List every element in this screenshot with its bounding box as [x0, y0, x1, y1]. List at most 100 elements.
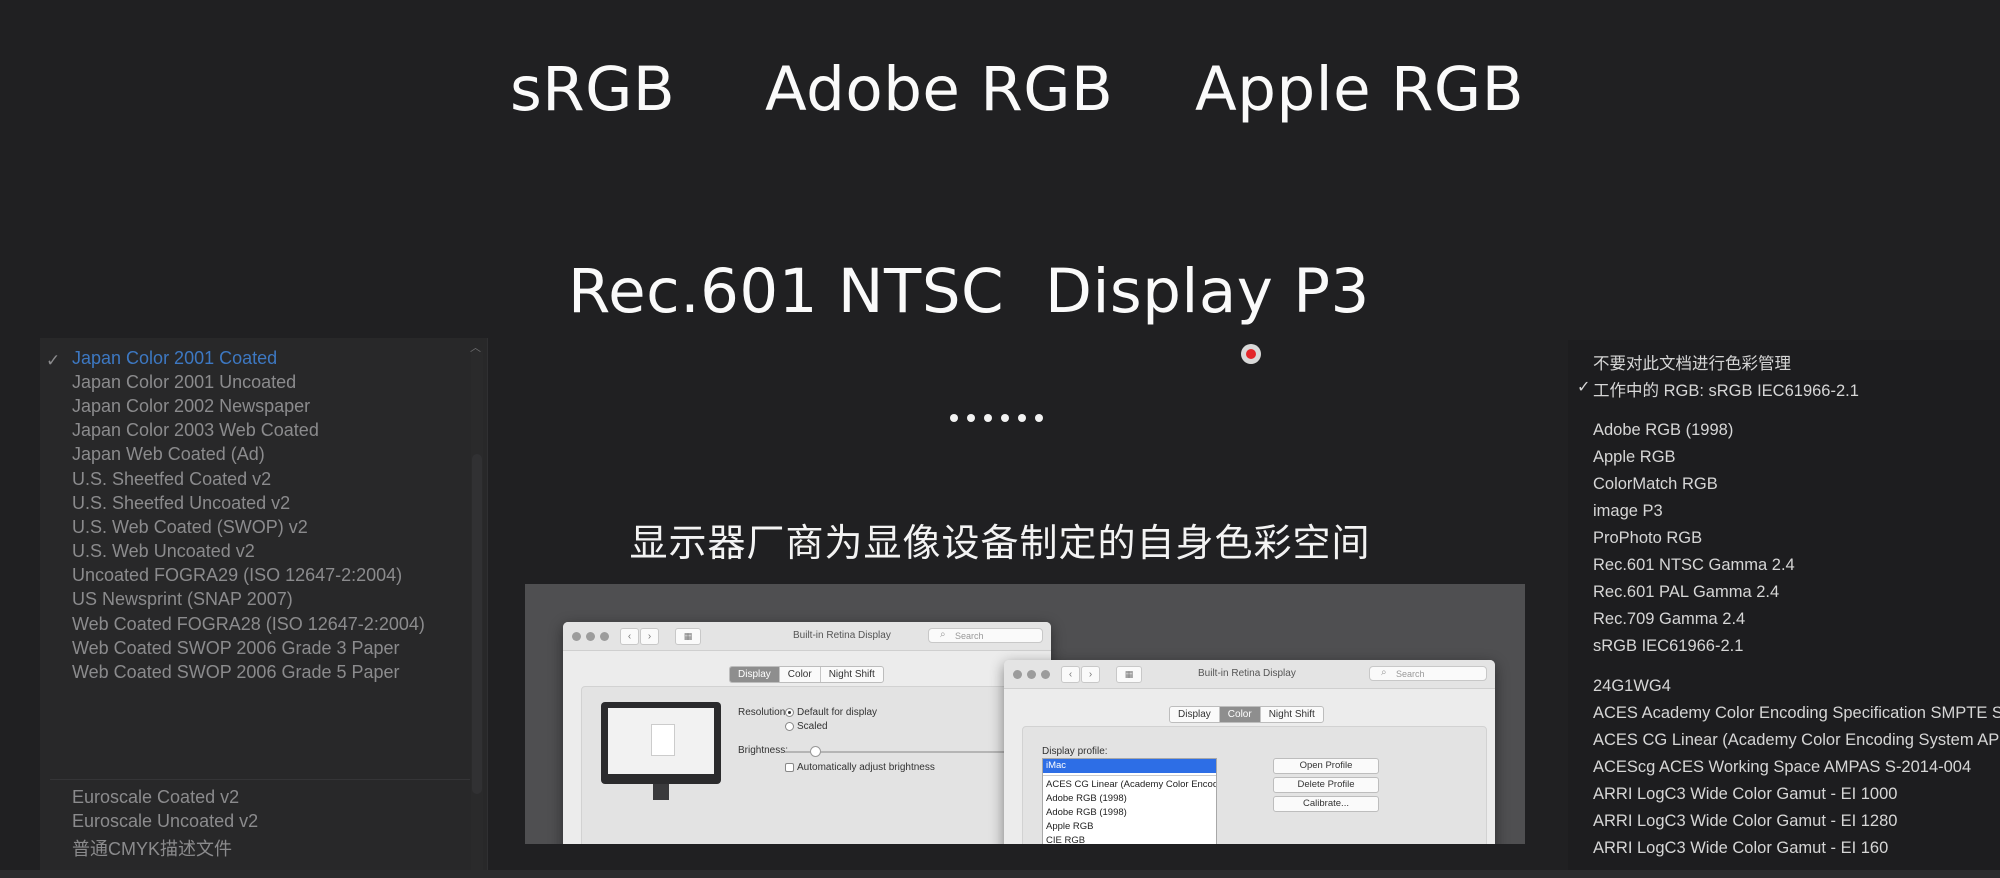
tab-color[interactable]: Color	[780, 667, 821, 682]
list-item[interactable]: 普通CMYK描述文件	[72, 835, 232, 861]
tab-display[interactable]: Display	[1170, 707, 1220, 722]
list-item[interactable]: Euroscale Uncoated v2	[72, 811, 258, 832]
list-item[interactable]: Japan Color 2001 Uncoated	[72, 372, 296, 393]
list-item[interactable]: ColorMatch RGB	[1593, 475, 1718, 494]
headline-adobe-rgb: Adobe RGB	[765, 54, 1114, 125]
imac-icon	[601, 702, 721, 800]
list-item-no-color-management[interactable]: 不要对此文档进行色彩管理	[1593, 350, 1791, 374]
list-item[interactable]: ARRI LogC3 Wide Color Gamut - EI 1280	[1593, 812, 1897, 831]
profile-item[interactable]: Apple RGB	[1043, 820, 1216, 834]
list-item[interactable]: ACES Academy Color Encoding Specificatio…	[1593, 704, 2000, 723]
headline-srgb: sRGB	[510, 54, 676, 125]
display-profile-list[interactable]: iMac ACES CG Linear (Academy Color Encod…	[1042, 758, 1217, 844]
scrollbar-thumb[interactable]	[472, 454, 482, 794]
checkmark-icon: ✓	[46, 351, 61, 370]
tab-display[interactable]: Display	[730, 667, 780, 682]
list-item[interactable]: ACES CG Linear (Academy Color Encoding S…	[1593, 731, 2000, 750]
tab-night-shift[interactable]: Night Shift	[1261, 707, 1323, 722]
show-all-button[interactable]: ▦	[675, 628, 701, 645]
search-input[interactable]: Search	[1369, 666, 1487, 681]
list-item[interactable]: Rec.601 PAL Gamma 2.4	[1593, 583, 1779, 602]
profile-item[interactable]: Adobe RGB (1998)	[1043, 806, 1216, 820]
headline-rec601-ntsc: Rec.601 NTSC	[568, 256, 1005, 327]
list-item[interactable]: image P3	[1593, 502, 1663, 521]
back-button[interactable]: ‹	[1061, 666, 1080, 683]
display-profile-label: Display profile:	[1042, 746, 1108, 757]
window1-tabs: Display Color Night Shift	[729, 666, 884, 683]
headline-apple-rgb: Apple RGB	[1195, 54, 1525, 125]
list-item[interactable]: U.S. Web Coated (SWOP) v2	[72, 517, 308, 538]
auto-brightness-label: Automatically adjust brightness	[797, 762, 935, 773]
close-icon[interactable]	[572, 632, 581, 641]
list-item[interactable]: Adobe RGB (1998)	[1593, 421, 1733, 440]
list-item[interactable]: U.S. Web Uncoated v2	[72, 541, 255, 562]
profile-item[interactable]: ACES CG Linear (Academy Color Encoding S…	[1043, 778, 1216, 792]
open-profile-button[interactable]: Open Profile	[1273, 758, 1379, 774]
resolution-label: Resolution:	[738, 707, 789, 718]
cmyk-profile-list: ︿ ✓ Japan Color 2001 Coated Japan Color …	[40, 338, 488, 878]
forward-button[interactable]: ›	[640, 628, 659, 645]
list-item[interactable]: Japan Web Coated (Ad)	[72, 444, 265, 465]
list-item[interactable]: ARRI LogC3 Wide Color Gamut - EI 1000	[1593, 785, 1897, 804]
list-item[interactable]: U.S. Sheetfed Coated v2	[72, 469, 271, 490]
list-item-selected[interactable]: Japan Color 2001 Coated	[72, 348, 277, 369]
scroll-up-icon[interactable]: ︿	[470, 339, 481, 355]
list-item[interactable]: 24G1WG4	[1593, 677, 1671, 696]
rgb-profile-list: 不要对此文档进行色彩管理 ✓ 工作中的 RGB: sRGB IEC61966-2…	[1568, 340, 2000, 878]
minimize-icon[interactable]	[1027, 670, 1036, 679]
resolution-default-label: Default for display	[797, 707, 878, 718]
list-item[interactable]: ARRI LogC3 Wide Color Gamut - EI 160	[1593, 839, 1888, 858]
list-item[interactable]: Web Coated SWOP 2006 Grade 3 Paper	[72, 638, 400, 659]
list-item[interactable]: Rec.709 Gamma 2.4	[1593, 610, 1745, 629]
delete-profile-button[interactable]: Delete Profile	[1273, 777, 1379, 793]
bottom-strip	[0, 870, 2000, 878]
checkmark-icon: ✓	[1577, 379, 1591, 396]
show-all-button[interactable]: ▦	[1116, 666, 1142, 683]
record-dot-icon	[1241, 344, 1261, 364]
window-title: Built-in Retina Display	[1198, 668, 1296, 679]
brightness-slider-knob[interactable]	[809, 746, 821, 757]
radio-default[interactable]	[785, 708, 794, 717]
profile-item[interactable]: CIE RGB	[1043, 834, 1216, 844]
list-item-working-rgb[interactable]: 工作中的 RGB: sRGB IEC61966-2.1	[1593, 377, 1859, 401]
list-item[interactable]: Web Coated SWOP 2006 Grade 5 Paper	[72, 662, 400, 683]
brightness-slider[interactable]	[785, 751, 1035, 753]
window2-tabs: Display Color Night Shift	[1169, 706, 1324, 723]
tab-night-shift[interactable]: Night Shift	[821, 667, 883, 682]
list-item[interactable]: US Newsprint (SNAP 2007)	[72, 589, 293, 610]
list-item[interactable]: Uncoated FOGRA29 (ISO 12647-2:2004)	[72, 565, 402, 586]
list-item[interactable]: ProPhoto RGB	[1593, 529, 1702, 548]
profile-item[interactable]: Adobe RGB (1998)	[1043, 792, 1216, 806]
profile-divider	[1043, 773, 1216, 776]
tab-color[interactable]: Color	[1219, 707, 1261, 722]
ellipsis-dots	[950, 414, 1043, 422]
list-item[interactable]: U.S. Sheetfed Uncoated v2	[72, 493, 290, 514]
radio-scaled[interactable]	[785, 722, 794, 731]
list-item[interactable]: Euroscale Coated v2	[72, 787, 239, 808]
list-item[interactable]: ACEScg ACES Working Space AMPAS S-2014-0…	[1593, 758, 1971, 777]
window-title: Built-in Retina Display	[793, 630, 891, 641]
back-button[interactable]: ‹	[620, 628, 639, 645]
minimize-icon[interactable]	[586, 632, 595, 641]
auto-brightness-checkbox[interactable]	[785, 763, 794, 772]
close-icon[interactable]	[1013, 670, 1022, 679]
display-settings-screenshot: ‹ › ▦ Built-in Retina Display Search ⌕ D…	[525, 584, 1525, 844]
list-item[interactable]: sRGB IEC61966-2.1	[1593, 637, 1743, 656]
profile-item-selected[interactable]: iMac	[1043, 759, 1216, 773]
brightness-label: Brightness:	[738, 745, 789, 756]
forward-button[interactable]: ›	[1081, 666, 1100, 683]
calibrate-button[interactable]: Calibrate...	[1273, 796, 1379, 812]
list-item[interactable]: Japan Color 2002 Newspaper	[72, 396, 310, 417]
resolution-scaled-label: Scaled	[797, 721, 828, 732]
headline-display-p3: Display P3	[1045, 256, 1370, 327]
zoom-icon[interactable]	[1041, 670, 1050, 679]
search-icon: ⌕	[1381, 667, 1387, 678]
list-item[interactable]: Japan Color 2003 Web Coated	[72, 420, 319, 441]
window-titlebar: ‹ › ▦ Built-in Retina Display Search ⌕	[1004, 660, 1495, 689]
zoom-icon[interactable]	[600, 632, 609, 641]
list-item[interactable]: Web Coated FOGRA28 (ISO 12647-2:2004)	[72, 614, 425, 635]
list-item[interactable]: Rec.601 NTSC Gamma 2.4	[1593, 556, 1795, 575]
list-divider	[50, 779, 470, 780]
color-window: ‹ › ▦ Built-in Retina Display Search ⌕ D…	[1004, 660, 1495, 844]
list-item[interactable]: Apple RGB	[1593, 448, 1676, 467]
